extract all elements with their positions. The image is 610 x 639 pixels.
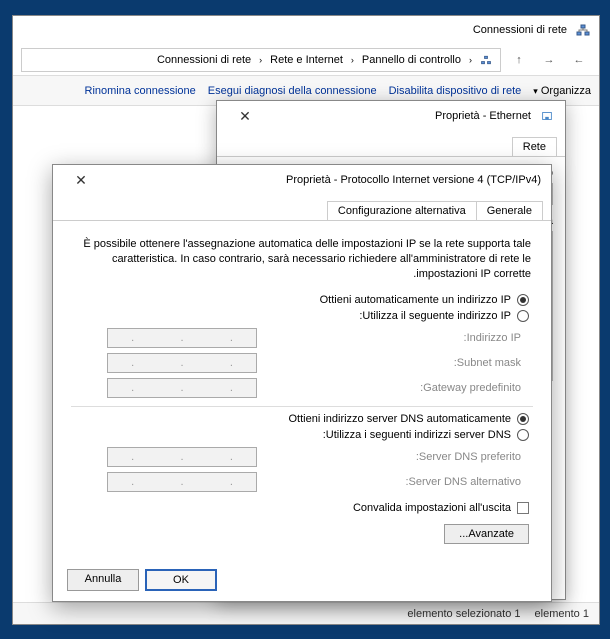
radio-label: Ottieni indirizzo server DNS automaticam… <box>288 413 511 425</box>
chevron-icon: ‹ <box>467 55 474 65</box>
network-icon <box>575 22 591 38</box>
window-title: Connessioni di rete <box>21 24 567 36</box>
nav-up-button[interactable]: ↑ <box>507 48 531 72</box>
dns-alternate-input: ... <box>107 472 257 492</box>
tabstrip: Generale Configurazione alternativa <box>53 195 551 221</box>
dns-preferred-input: ... <box>107 447 257 467</box>
radio-icon <box>517 413 529 425</box>
dns-radio-group: Ottieni indirizzo server DNS automaticam… <box>75 413 529 441</box>
dialog-body: È possibile ottenere l'assegnazione auto… <box>53 221 551 556</box>
dialog-buttons: OK Annulla <box>67 569 217 591</box>
radio-obtain-ip-auto[interactable]: Ottieni automaticamente un indirizzo IP <box>75 294 529 306</box>
checkbox-icon <box>517 502 529 514</box>
radio-label: Utilizza il seguente indirizzo IP: <box>359 310 511 322</box>
radio-obtain-dns-auto[interactable]: Ottieni indirizzo server DNS automaticam… <box>75 413 529 425</box>
tab-network[interactable]: Rete <box>512 137 557 156</box>
dns-fields: Server DNS preferito: ... Server DNS alt… <box>107 447 521 492</box>
radio-icon <box>517 294 529 306</box>
ethernet-icon <box>539 108 555 124</box>
radio-use-ip[interactable]: Utilizza il seguente indirizzo IP: <box>75 310 529 322</box>
ip-address-label: Indirizzo IP: <box>267 332 521 344</box>
chevron-icon: ‹ <box>257 55 264 65</box>
chevron-down-icon: ▾ <box>533 86 538 96</box>
close-button[interactable]: ✕ <box>227 105 263 127</box>
item-count: 1 elemento <box>535 608 589 620</box>
dialog-titlebar: Proprietà - Protocollo Internet versione… <box>53 165 551 195</box>
tab-general[interactable]: Generale <box>476 201 543 220</box>
dialog-title: Proprietà - Ethernet <box>271 110 531 122</box>
ip-fields: Indirizzo IP: ... Subnet mask: ... Gatew… <box>107 328 521 398</box>
organize-menu[interactable]: Organizza ▾ <box>533 85 591 97</box>
radio-icon <box>517 429 529 441</box>
tab-alternate[interactable]: Configurazione alternativa <box>327 201 477 220</box>
subnet-mask-input: ... <box>107 353 257 373</box>
separator <box>71 406 533 407</box>
status-bar: 1 elemento 1 elemento selezionato <box>13 602 599 624</box>
ip-address-input: ... <box>107 328 257 348</box>
subnet-mask-label: Subnet mask: <box>267 357 521 369</box>
diagnose-link[interactable]: Esegui diagnosi della connessione <box>208 85 377 97</box>
dialog-title: Proprietà - Protocollo Internet versione… <box>107 174 541 186</box>
gateway-label: Gateway predefinito: <box>267 382 521 394</box>
dns-alternate-label: Server DNS alternativo: <box>267 476 521 488</box>
close-button[interactable]: ✕ <box>63 169 99 191</box>
dialog-titlebar: Proprietà - Ethernet ✕ <box>217 101 565 131</box>
breadcrumb[interactable]: ‹ Pannello di controllo ‹ Rete e Interne… <box>21 48 501 72</box>
rename-link[interactable]: Rinomina connessione <box>85 85 196 97</box>
network-icon <box>478 52 494 68</box>
selected-count: 1 elemento selezionato <box>407 608 520 620</box>
ipv4-properties-dialog: Proprietà - Protocollo Internet versione… <box>52 164 552 602</box>
ip-radio-group: Ottieni automaticamente un indirizzo IP … <box>75 294 529 322</box>
window-titlebar: Connessioni di rete <box>13 16 599 44</box>
dns-preferred-label: Server DNS preferito: <box>267 451 521 463</box>
breadcrumb-item[interactable]: Connessioni di rete <box>155 54 253 66</box>
disable-device-link[interactable]: Disabilita dispositivo di rete <box>389 85 522 97</box>
breadcrumb-item[interactable]: Pannello di controllo <box>360 54 463 66</box>
tabstrip: Rete <box>217 131 565 157</box>
radio-icon <box>517 310 529 322</box>
radio-label: Utilizza i seguenti indirizzi server DNS… <box>323 429 511 441</box>
nav-forward-button[interactable]: → <box>537 48 561 72</box>
ok-button[interactable]: OK <box>145 569 217 591</box>
description-text: È possibile ottenere l'assegnazione auto… <box>73 237 531 282</box>
breadcrumb-item[interactable]: Rete e Internet <box>268 54 345 66</box>
chevron-icon: ‹ <box>349 55 356 65</box>
validate-checkbox-row[interactable]: Convalida impostazioni all'uscita <box>75 502 529 514</box>
gateway-input: ... <box>107 378 257 398</box>
radio-use-dns[interactable]: Utilizza i seguenti indirizzi server DNS… <box>75 429 529 441</box>
radio-label: Ottieni automaticamente un indirizzo IP <box>320 294 511 306</box>
nav-bar: ← → ↑ ‹ Pannello di controllo ‹ Rete e I… <box>13 44 599 76</box>
validate-label: Convalida impostazioni all'uscita <box>353 502 511 514</box>
advanced-button[interactable]: Avanzate... <box>444 524 529 544</box>
nav-back-button[interactable]: ← <box>567 48 591 72</box>
cancel-button[interactable]: Annulla <box>67 569 139 591</box>
